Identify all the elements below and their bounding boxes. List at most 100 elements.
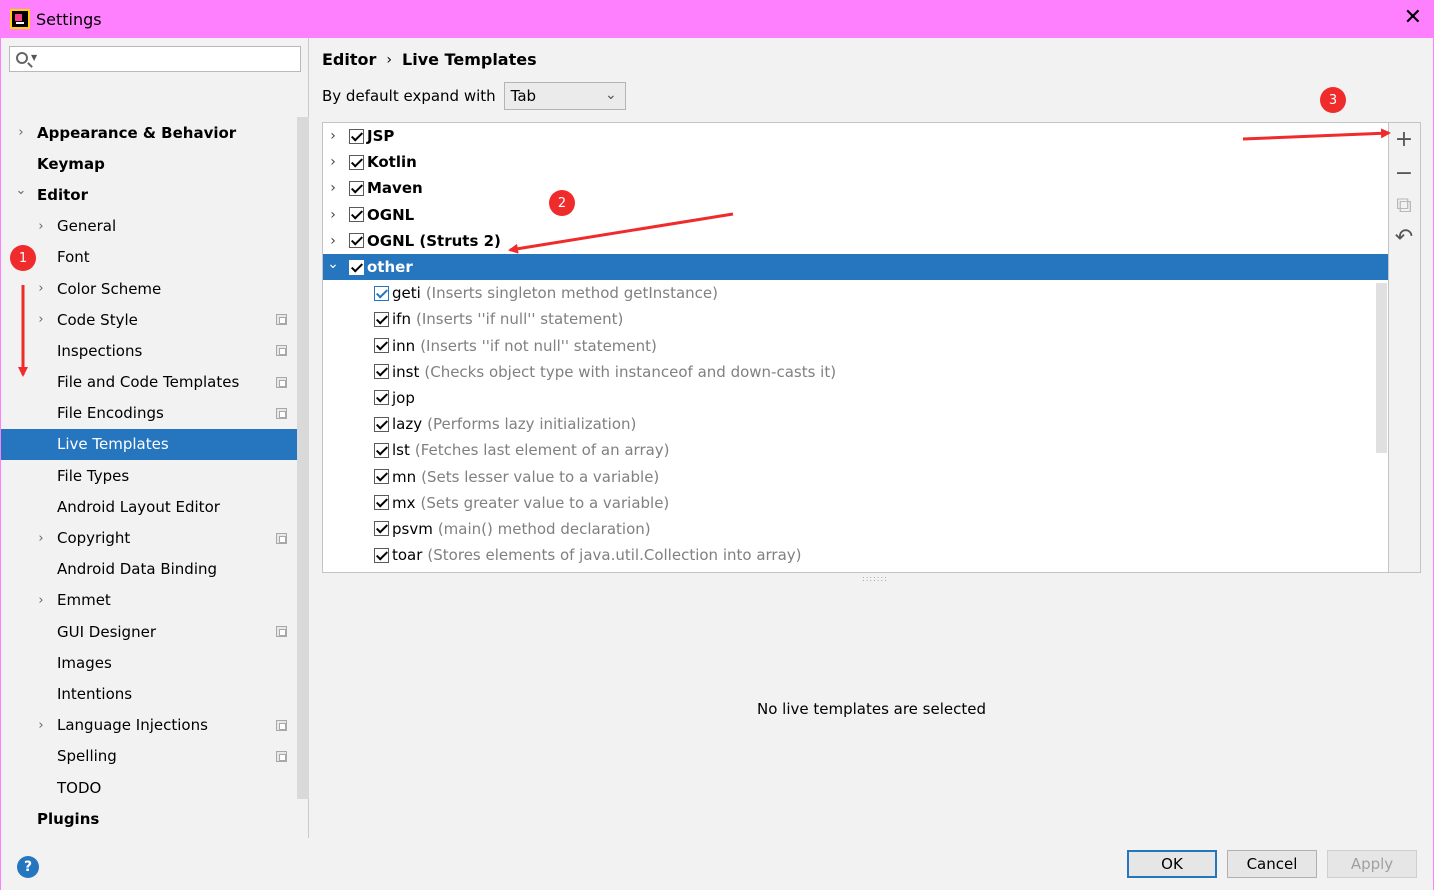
- template-checkbox[interactable]: [374, 521, 389, 537]
- template-item-lst[interactable]: lst (Fetches last element of an array): [323, 437, 1388, 463]
- template-checkbox[interactable]: [374, 416, 389, 432]
- template-checkbox[interactable]: [374, 285, 389, 301]
- template-description: (Performs lazy initialization): [427, 415, 637, 434]
- sidebar-item-language-injections[interactable]: › Language Injections: [1, 710, 297, 741]
- sidebar-item-intentions[interactable]: Intentions: [1, 678, 297, 709]
- sidebar-item-code-style[interactable]: › Code Style: [1, 304, 297, 335]
- template-item-jop[interactable]: jop: [323, 385, 1388, 411]
- chevron-down-icon[interactable]: ⌄: [15, 183, 27, 198]
- sidebar-item-label: Keymap: [37, 154, 105, 173]
- search-input[interactable]: [42, 49, 292, 69]
- group-checkbox[interactable]: [349, 259, 364, 275]
- sidebar-item-keymap[interactable]: Keymap: [1, 148, 297, 179]
- help-icon[interactable]: ?: [17, 856, 39, 878]
- sidebar-item-label: Code Style: [57, 310, 138, 329]
- chevron-right-icon[interactable]: ›: [35, 718, 47, 733]
- group-checkbox[interactable]: [349, 233, 364, 249]
- template-checkbox[interactable]: [374, 547, 389, 563]
- group-checkbox[interactable]: [349, 207, 364, 223]
- sidebar-item-file-and-code-templates[interactable]: File and Code Templates: [1, 367, 297, 398]
- breadcrumb-editor[interactable]: Editor: [322, 50, 376, 69]
- sidebar-item-label: Color Scheme: [57, 279, 162, 298]
- search-icon[interactable]: [16, 52, 28, 64]
- chevron-right-icon[interactable]: ›: [35, 312, 47, 327]
- template-checkbox[interactable]: [374, 311, 389, 327]
- sidebar-item-file-types[interactable]: File Types: [1, 460, 297, 491]
- chevron-right-icon[interactable]: ›: [327, 154, 339, 170]
- template-checkbox[interactable]: [374, 442, 389, 458]
- restore-icon[interactable]: ↶: [1392, 225, 1416, 250]
- template-checkbox[interactable]: [374, 338, 389, 354]
- template-item-toar[interactable]: toar (Stores elements of java.util.Collec…: [323, 542, 1388, 568]
- template-checkbox[interactable]: [374, 469, 389, 485]
- expand-with-select[interactable]: Tab ⌄: [503, 82, 626, 110]
- chevron-right-icon[interactable]: ›: [15, 125, 27, 140]
- chevron-down-icon[interactable]: ⌄: [327, 256, 339, 272]
- sidebar-item-android-layout-editor[interactable]: Android Layout Editor: [1, 491, 297, 522]
- sidebar-item-color-scheme[interactable]: › Color Scheme: [1, 273, 297, 304]
- template-item-mx[interactable]: mx (Sets greater value to a variable): [323, 490, 1388, 516]
- group-checkbox[interactable]: [349, 180, 364, 196]
- template-item-inn[interactable]: inn (Inserts ''if not null'' statement): [323, 333, 1388, 359]
- plus-icon[interactable]: +: [1392, 127, 1416, 152]
- sidebar-item-copyright[interactable]: › Copyright: [1, 522, 297, 553]
- sidebar-item-gui-designer[interactable]: GUI Designer: [1, 616, 297, 647]
- template-item-mn[interactable]: mn (Sets lesser value to a variable): [323, 463, 1388, 489]
- cancel-button[interactable]: Cancel: [1227, 850, 1317, 878]
- template-item-psvm[interactable]: psvm (main() method declaration): [323, 516, 1388, 542]
- template-checkbox[interactable]: [374, 390, 389, 406]
- sidebar-item-emmet[interactable]: › Emmet: [1, 585, 297, 616]
- group-checkbox[interactable]: [349, 154, 364, 170]
- chevron-right-icon[interactable]: ›: [35, 593, 47, 608]
- chevron-right-icon[interactable]: ›: [35, 281, 47, 296]
- chevron-right-icon[interactable]: ›: [327, 207, 339, 223]
- settings-search-field[interactable]: ▼: [9, 46, 301, 72]
- template-group-other[interactable]: ⌄ other: [323, 253, 1388, 281]
- template-label: psvm (main() method declaration): [392, 520, 651, 538]
- sidebar-item-images[interactable]: Images: [1, 647, 297, 678]
- templates-toolbar: + − ⧉ ↶: [1389, 122, 1421, 573]
- template-group-kotlin[interactable]: › Kotlin: [323, 149, 1388, 175]
- template-group-ognl-struts-2[interactable]: › OGNL (Struts 2): [323, 228, 1388, 254]
- template-item-lazy[interactable]: lazy (Performs lazy initialization): [323, 411, 1388, 437]
- sidebar-item-editor[interactable]: ⌄ Editor: [1, 179, 297, 210]
- templates-scrollbar[interactable]: [1376, 283, 1387, 453]
- sidebar-item-file-encodings[interactable]: File Encodings: [1, 398, 297, 429]
- settings-tree: › Appearance & Behavior Keymap ⌄ Editor › Gene…: [1, 117, 308, 866]
- splitter-handle[interactable]: :::::::: [862, 574, 888, 583]
- minus-icon[interactable]: −: [1392, 161, 1416, 186]
- chevron-right-icon[interactable]: ›: [35, 531, 47, 546]
- sidebar-item-label: General: [57, 217, 117, 236]
- sidebar-item-appearance-behavior[interactable]: › Appearance & Behavior: [1, 117, 297, 148]
- sidebar-item-plugins[interactable]: Plugins: [1, 803, 297, 834]
- search-dropdown-icon[interactable]: ▼: [31, 53, 37, 62]
- template-item-geti[interactable]: geti (Inserts singleton method getInstanc…: [323, 280, 1388, 306]
- ok-button[interactable]: OK: [1127, 850, 1217, 878]
- template-checkbox[interactable]: [374, 364, 389, 380]
- chevron-right-icon[interactable]: ›: [327, 180, 339, 196]
- apply-button[interactable]: Apply: [1327, 850, 1417, 878]
- close-icon[interactable]: ✕: [1404, 6, 1422, 30]
- sidebar-item-font[interactable]: Font: [1, 242, 297, 273]
- sidebar-item-spelling[interactable]: Spelling: [1, 741, 297, 772]
- sidebar-item-label: Inspections: [57, 341, 143, 360]
- template-group-ognl[interactable]: › OGNL: [323, 202, 1388, 228]
- sidebar-item-label: Language Injections: [57, 716, 208, 735]
- chevron-right-icon[interactable]: ›: [327, 233, 339, 249]
- group-name: other: [367, 258, 413, 277]
- template-item-ifn[interactable]: ifn (Inserts ''if null'' statement): [323, 306, 1388, 332]
- sidebar-item-general[interactable]: › General: [1, 211, 297, 242]
- sidebar-scrollbar[interactable]: [297, 117, 309, 799]
- template-checkbox[interactable]: [374, 495, 389, 511]
- template-group-jsp[interactable]: › JSP: [323, 123, 1388, 149]
- group-checkbox[interactable]: [349, 128, 364, 144]
- chevron-right-icon[interactable]: ›: [327, 128, 339, 144]
- chevron-right-icon[interactable]: ›: [35, 219, 47, 234]
- sidebar-item-android-data-binding[interactable]: Android Data Binding: [1, 554, 297, 585]
- sidebar-item-live-templates[interactable]: Live Templates: [1, 428, 308, 461]
- sidebar-item-inspections[interactable]: Inspections: [1, 335, 297, 366]
- sidebar-item-todo[interactable]: TODO: [1, 772, 297, 803]
- template-group-maven[interactable]: › Maven: [323, 175, 1388, 201]
- copy-icon[interactable]: ⧉: [1392, 193, 1416, 218]
- template-item-inst[interactable]: inst (Checks object type with instanceof …: [323, 359, 1388, 385]
